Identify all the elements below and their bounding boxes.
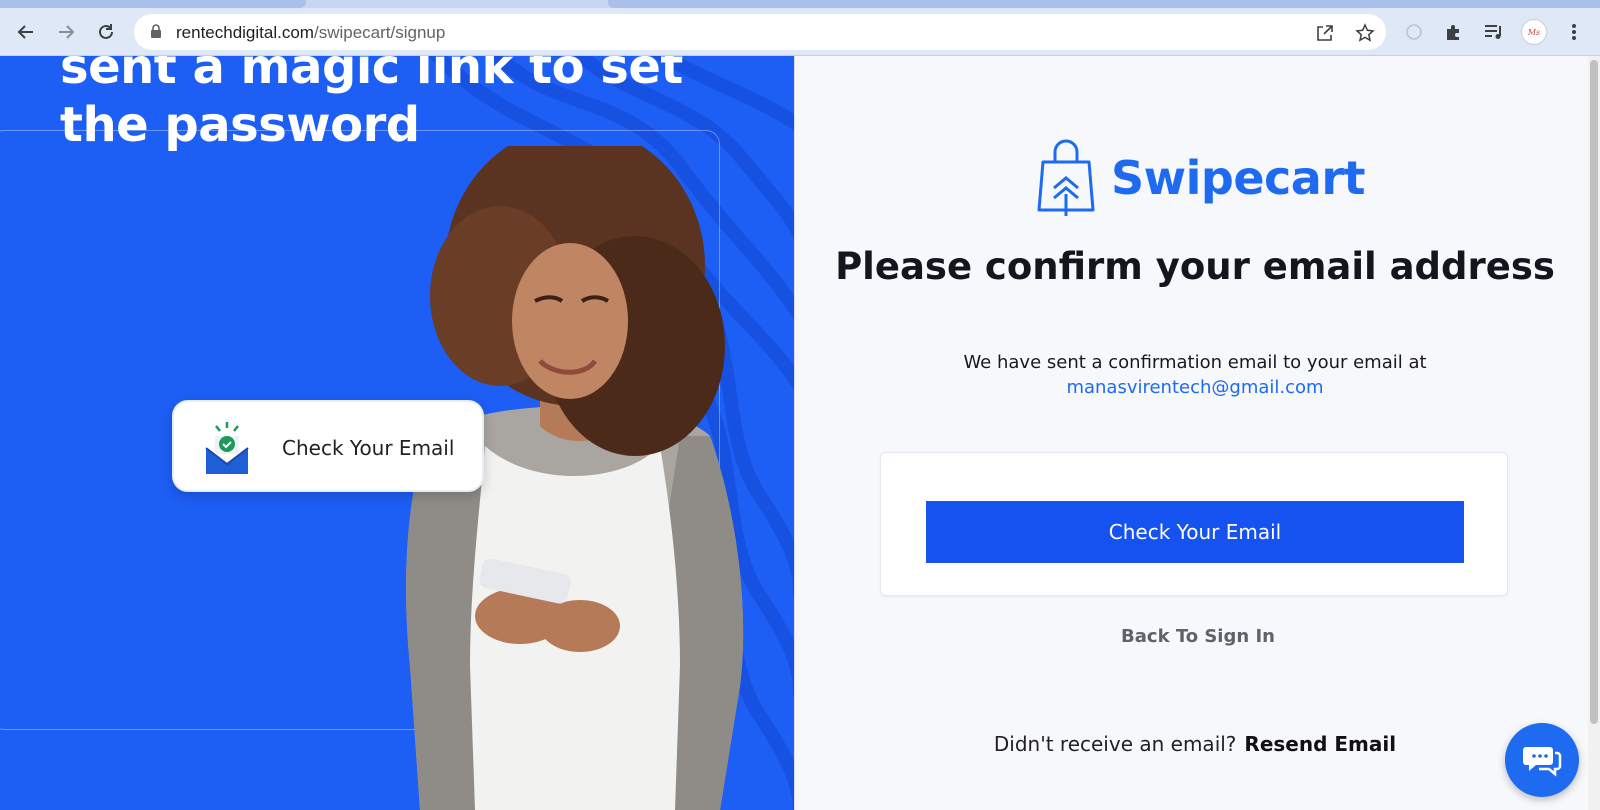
browser-tab[interactable] [608, 0, 1600, 8]
envelope-check-icon [205, 422, 249, 474]
user-email: manasvirentech@gmail.com [1066, 377, 1324, 398]
reload-icon[interactable] [92, 18, 120, 46]
chat-icon[interactable] [1505, 723, 1579, 797]
check-email-card: Check Your Email [172, 400, 484, 492]
card-label: Check Your Email [282, 436, 455, 460]
brand-logo: Swipecart [1035, 138, 1366, 218]
menu-icon[interactable] [1560, 18, 1588, 46]
back-icon[interactable] [12, 18, 40, 46]
resend-email-link[interactable]: Resend Email [1244, 732, 1396, 756]
hero-panel: sent a magic link to set the password Ch… [0, 56, 794, 810]
lock-icon[interactable] [150, 24, 162, 44]
puzzle-icon[interactable] [1440, 18, 1468, 46]
tab-strip [0, 0, 1600, 8]
check-email-button[interactable]: Check Your Email [926, 501, 1464, 563]
media-icon[interactable] [1480, 18, 1508, 46]
page-title: Please confirm your email address [835, 245, 1555, 288]
confirmation-message: We have sent a confirmation email to you… [795, 350, 1595, 400]
brand-name: Swipecart [1111, 151, 1366, 205]
profile-avatar[interactable]: Ms [1521, 19, 1547, 45]
resend-row: Didn't receive an email? Resend Email [795, 732, 1595, 756]
back-to-sign-in-link[interactable]: Back To Sign In [795, 626, 1600, 647]
browser-toolbar: rentechdigital.com/swipecart/signup Ms [0, 8, 1600, 56]
browser-tab[interactable] [0, 0, 306, 8]
url-text: rentechdigital.com/swipecart/signup [176, 23, 446, 42]
forward-icon[interactable] [52, 18, 80, 46]
extension-icon[interactable] [1400, 18, 1428, 46]
resend-prompt: Didn't receive an email? [993, 732, 1237, 756]
scrollbar[interactable] [1588, 56, 1600, 810]
address-bar[interactable]: rentechdigital.com/swipecart/signup [134, 14, 1386, 50]
confirm-panel: Swipecart Please confirm your email addr… [794, 56, 1600, 810]
confirmation-text: We have sent a confirmation email to you… [963, 352, 1427, 373]
share-icon[interactable] [1314, 22, 1336, 44]
star-icon[interactable] [1354, 22, 1376, 44]
hero-title-line: sent a magic link to set [60, 56, 683, 95]
scrollbar-thumb[interactable] [1590, 60, 1598, 724]
shopping-bag-icon [1037, 139, 1095, 216]
